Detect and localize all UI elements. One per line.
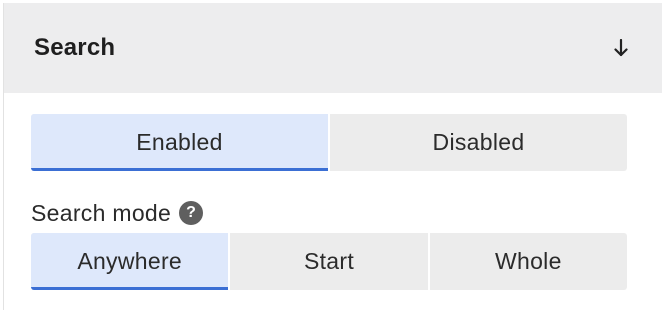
search-mode-label: Search mode (31, 199, 172, 226)
whole-option[interactable]: Whole (430, 233, 627, 290)
section-title: Search (34, 34, 116, 61)
anywhere-option[interactable]: Anywhere (31, 233, 231, 290)
search-mode-toggle: Anywhere Start Whole (31, 233, 627, 290)
section-header[interactable]: Search (4, 3, 662, 93)
enabled-option[interactable]: Enabled (31, 114, 330, 171)
arrow-down-icon[interactable] (612, 37, 630, 59)
search-mode-label-row: Search mode ? (31, 199, 204, 227)
enabled-disabled-toggle: Enabled Disabled (31, 114, 627, 171)
question-circle-icon[interactable]: ? (179, 201, 204, 225)
disabled-option[interactable]: Disabled (330, 114, 627, 171)
start-option[interactable]: Start (230, 233, 430, 290)
